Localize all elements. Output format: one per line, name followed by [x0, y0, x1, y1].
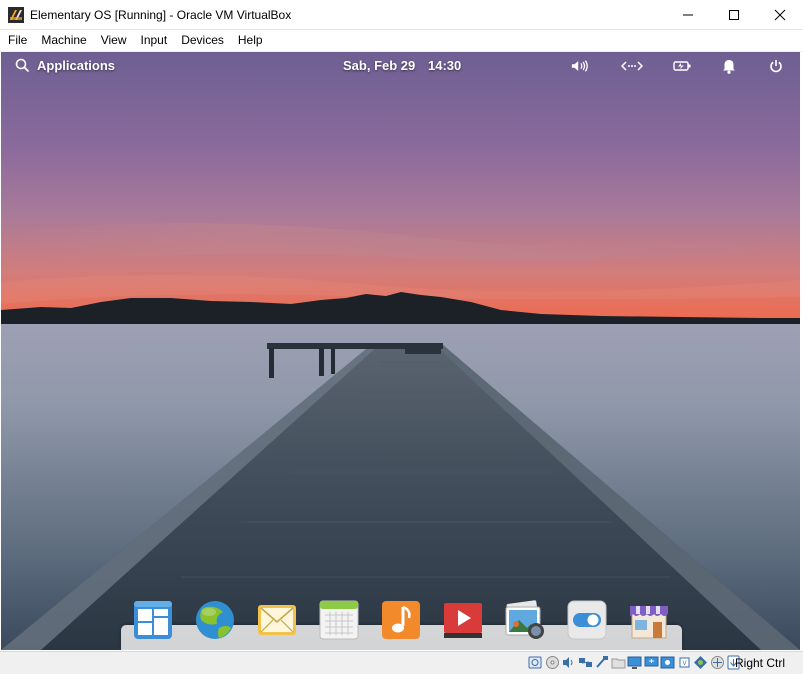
menu-input[interactable]: Input	[134, 30, 175, 51]
status-bar: V Right Ctrl	[0, 651, 803, 674]
multitasking-view-icon[interactable]	[131, 598, 175, 642]
calendar-icon[interactable]	[317, 598, 361, 642]
hard-disk-icon[interactable]	[528, 655, 543, 670]
photos-icon[interactable]	[503, 598, 547, 642]
power-indicator[interactable]	[767, 58, 785, 74]
menu-bar: File Machine View Input Devices Help	[0, 30, 803, 52]
svg-text:V: V	[682, 661, 686, 667]
window-titlebar[interactable]: Elementary OS [Running] - Oracle VM Virt…	[0, 0, 803, 30]
battery-indicator[interactable]	[673, 58, 691, 74]
system-settings-icon[interactable]	[565, 598, 609, 642]
menu-devices[interactable]: Devices	[174, 30, 231, 51]
menu-machine[interactable]: Machine	[34, 30, 93, 51]
desktop-wallpaper	[1, 52, 800, 650]
cpu-icon[interactable]: V	[677, 655, 692, 670]
top-panel: Applications Sab, Feb 29 14:30	[1, 52, 800, 80]
window-title: Elementary OS [Running] - Oracle VM Virt…	[30, 7, 292, 22]
close-icon	[774, 9, 786, 20]
notifications-icon	[723, 59, 735, 74]
recording-icon[interactable]	[660, 655, 675, 670]
menu-help[interactable]: Help	[231, 30, 270, 51]
network-icon	[621, 61, 643, 71]
panel-time[interactable]: 14:30	[428, 58, 461, 73]
panel-date[interactable]: Sab, Feb 29	[343, 58, 415, 73]
applications-label: Applications	[37, 58, 116, 73]
shared-folders-icon[interactable]	[611, 655, 626, 670]
search-icon	[15, 58, 30, 73]
menu-view[interactable]: View	[94, 30, 134, 51]
applications-menu[interactable]: Applications	[15, 58, 115, 73]
host-key-label[interactable]: Right Ctrl	[735, 656, 785, 670]
close-button[interactable]	[757, 0, 803, 29]
menu-file[interactable]: File	[0, 30, 34, 51]
mouse-integration-icon[interactable]	[710, 655, 725, 670]
network-indicator[interactable]	[621, 58, 643, 74]
virtualization-icon[interactable]	[693, 655, 708, 670]
music-icon[interactable]	[379, 598, 423, 642]
power-icon	[770, 60, 782, 73]
sound-indicator[interactable]	[571, 58, 589, 74]
battery-icon	[673, 61, 691, 71]
network-adapter-icon[interactable]	[578, 655, 593, 670]
minimize-icon	[683, 14, 693, 15]
mail-icon[interactable]	[255, 598, 299, 642]
web-browser-icon[interactable]	[193, 598, 237, 642]
notifications-indicator[interactable]	[720, 58, 738, 74]
videos-icon[interactable]	[441, 598, 485, 642]
maximize-button[interactable]	[711, 0, 757, 29]
screen-capture-icon[interactable]	[644, 655, 659, 670]
display-icon[interactable]	[627, 655, 642, 670]
audio-icon[interactable]	[561, 655, 576, 670]
virtualbox-app-icon	[8, 6, 24, 23]
guest-display[interactable]: Applications Sab, Feb 29 14:30	[1, 52, 800, 650]
sound-icon	[571, 60, 588, 72]
minimize-button[interactable]	[665, 0, 711, 29]
usb-icon[interactable]	[594, 655, 609, 670]
appcenter-icon[interactable]	[627, 598, 671, 642]
maximize-icon	[729, 9, 739, 20]
optical-drive-icon[interactable]	[545, 655, 560, 670]
